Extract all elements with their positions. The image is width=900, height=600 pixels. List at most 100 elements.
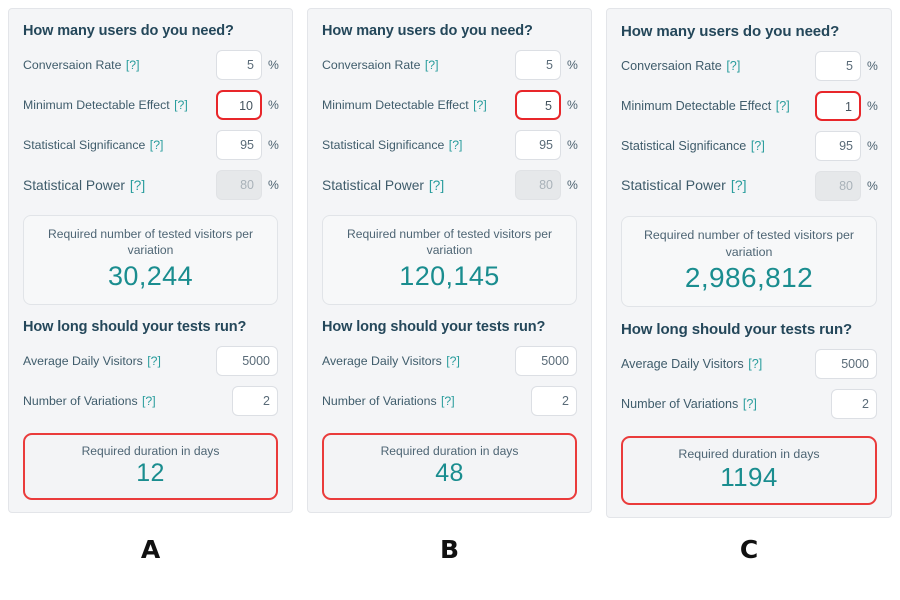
mde-input[interactable]: 1 bbox=[815, 91, 861, 121]
label-variations: Number of Variations [?] bbox=[322, 393, 455, 408]
field-right: 5000 bbox=[216, 345, 278, 376]
users-heading: How many users do you need? bbox=[23, 23, 234, 39]
duration-heading: How long should your tests run? bbox=[23, 318, 247, 335]
panel-captions-row: A B C bbox=[0, 535, 900, 564]
help-icon[interactable]: [?] bbox=[130, 178, 145, 193]
significance-input[interactable]: 95 bbox=[815, 131, 861, 161]
significance-input[interactable]: 95 bbox=[216, 130, 262, 160]
help-icon[interactable]: [?] bbox=[743, 397, 757, 411]
help-icon[interactable]: [?] bbox=[751, 139, 765, 153]
field-right: 95 % bbox=[815, 131, 878, 161]
field-right: 95 % bbox=[216, 130, 279, 160]
field-row-power: Statistical Power [?] 80 % bbox=[621, 166, 878, 206]
mde-input[interactable]: 10 bbox=[216, 90, 262, 120]
unit-percent: % bbox=[867, 139, 878, 153]
unit-percent: % bbox=[867, 179, 878, 193]
daily-visitors-input[interactable]: 5000 bbox=[515, 345, 577, 376]
conversion-rate-input[interactable]: 5 bbox=[515, 50, 561, 80]
help-icon[interactable]: [?] bbox=[731, 178, 747, 194]
unit-percent: % bbox=[567, 138, 578, 152]
help-icon[interactable]: [?] bbox=[147, 354, 161, 368]
required-duration-caption: Required duration in days bbox=[380, 443, 519, 458]
label-variations: Number of Variations [?] bbox=[23, 393, 156, 408]
duration-heading: How long should your tests run? bbox=[322, 318, 546, 335]
help-icon[interactable]: [?] bbox=[449, 138, 463, 152]
variations-input[interactable]: 2 bbox=[232, 385, 278, 416]
required-duration-caption: Required duration in days bbox=[81, 443, 220, 458]
panel-caption-c: C bbox=[739, 535, 759, 565]
users-heading: How many users do you need? bbox=[322, 23, 533, 39]
field-row-daily-visitors: Average Daily Visitors [?] 5000 bbox=[23, 341, 278, 381]
required-visitors-box: Required number of tested visitors per v… bbox=[621, 216, 877, 308]
label-mde: Minimum Detectable Effect [?] bbox=[621, 99, 790, 113]
variations-input[interactable]: 2 bbox=[531, 385, 577, 416]
calculator-panel-a: How many users do you need? Conversaion … bbox=[8, 8, 293, 513]
label-mde: Minimum Detectable Effect [?] bbox=[322, 98, 487, 112]
field-row-power: Statistical Power [?] 80 % bbox=[23, 165, 279, 205]
field-row-mde: Minimum Detectable Effect [?] 1 % bbox=[621, 86, 878, 126]
field-right: 2 bbox=[232, 385, 278, 416]
power-input: 80 bbox=[815, 171, 861, 201]
mde-input[interactable]: 5 bbox=[515, 90, 561, 120]
field-right: 5 % bbox=[815, 51, 878, 81]
field-row-mde: Minimum Detectable Effect [?] 5 % bbox=[322, 85, 578, 125]
required-duration-value: 12 bbox=[136, 458, 165, 487]
label-variations: Number of Variations [?] bbox=[621, 397, 757, 412]
required-visitors-caption: Required number of tested visitors per v… bbox=[643, 228, 855, 259]
help-icon[interactable]: [?] bbox=[748, 357, 762, 371]
help-icon[interactable]: [?] bbox=[429, 178, 444, 193]
required-duration-caption: Required duration in days bbox=[678, 447, 820, 462]
required-visitors-caption: Required number of tested visitors per v… bbox=[346, 227, 553, 258]
significance-input[interactable]: 95 bbox=[515, 130, 561, 160]
help-icon[interactable]: [?] bbox=[425, 58, 439, 72]
variations-input[interactable]: 2 bbox=[831, 389, 877, 420]
daily-visitors-input[interactable]: 5000 bbox=[216, 345, 278, 376]
field-row-significance: Statistical Significance [?] 95 % bbox=[322, 125, 578, 165]
field-row-conversion-rate: Conversaion Rate [?] 5 % bbox=[322, 45, 578, 85]
help-icon[interactable]: [?] bbox=[441, 394, 455, 408]
field-row-significance: Statistical Significance [?] 95 % bbox=[23, 125, 279, 165]
field-row-conversion-rate: Conversaion Rate [?] 5 % bbox=[621, 46, 878, 86]
panel-caption-a: A bbox=[140, 535, 161, 565]
help-icon[interactable]: [?] bbox=[142, 394, 156, 408]
help-icon[interactable]: [?] bbox=[776, 99, 790, 113]
help-icon[interactable]: [?] bbox=[150, 138, 164, 152]
label-significance: Statistical Significance [?] bbox=[322, 138, 463, 152]
label-daily-visitors: Average Daily Visitors [?] bbox=[23, 353, 161, 368]
help-icon[interactable]: [?] bbox=[446, 354, 460, 368]
help-icon[interactable]: [?] bbox=[726, 59, 740, 73]
required-visitors-value: 30,244 bbox=[108, 260, 193, 291]
conversion-rate-input[interactable]: 5 bbox=[216, 50, 262, 80]
help-icon[interactable]: [?] bbox=[473, 98, 487, 112]
comparison-board: How many users do you need? Conversaion … bbox=[0, 0, 900, 600]
field-right: 5000 bbox=[815, 349, 877, 380]
label-conversion-rate: Conversaion Rate [?] bbox=[621, 59, 741, 73]
label-conversion-rate: Conversaion Rate [?] bbox=[322, 58, 439, 72]
field-right: 2 bbox=[531, 385, 577, 416]
calculator-panel-c: How many users do you need? Conversaion … bbox=[606, 8, 892, 519]
label-mde: Minimum Detectable Effect [?] bbox=[23, 98, 188, 112]
duration-heading: How long should your tests run? bbox=[621, 321, 853, 339]
field-right: 5 % bbox=[216, 50, 279, 80]
conversion-rate-input[interactable]: 5 bbox=[815, 51, 861, 81]
field-right: 80 % bbox=[515, 170, 578, 200]
field-right: 2 bbox=[831, 389, 877, 420]
field-right: 1 % bbox=[815, 91, 878, 121]
field-right: 5 % bbox=[515, 50, 578, 80]
required-duration-box: Required duration in days 12 bbox=[23, 432, 278, 500]
daily-visitors-input[interactable]: 5000 bbox=[815, 349, 877, 380]
required-visitors-box: Required number of tested visitors per v… bbox=[23, 215, 278, 305]
unit-percent: % bbox=[268, 58, 279, 72]
help-icon[interactable]: [?] bbox=[174, 98, 188, 112]
label-daily-visitors: Average Daily Visitors [?] bbox=[621, 357, 763, 372]
help-icon[interactable]: [?] bbox=[126, 58, 140, 72]
power-input: 80 bbox=[515, 170, 561, 200]
panels-row: How many users do you need? Conversaion … bbox=[0, 0, 900, 519]
unit-percent: % bbox=[867, 59, 878, 73]
label-significance: Statistical Significance [?] bbox=[23, 138, 164, 152]
power-input: 80 bbox=[216, 170, 262, 200]
field-right: 5 % bbox=[515, 90, 578, 120]
